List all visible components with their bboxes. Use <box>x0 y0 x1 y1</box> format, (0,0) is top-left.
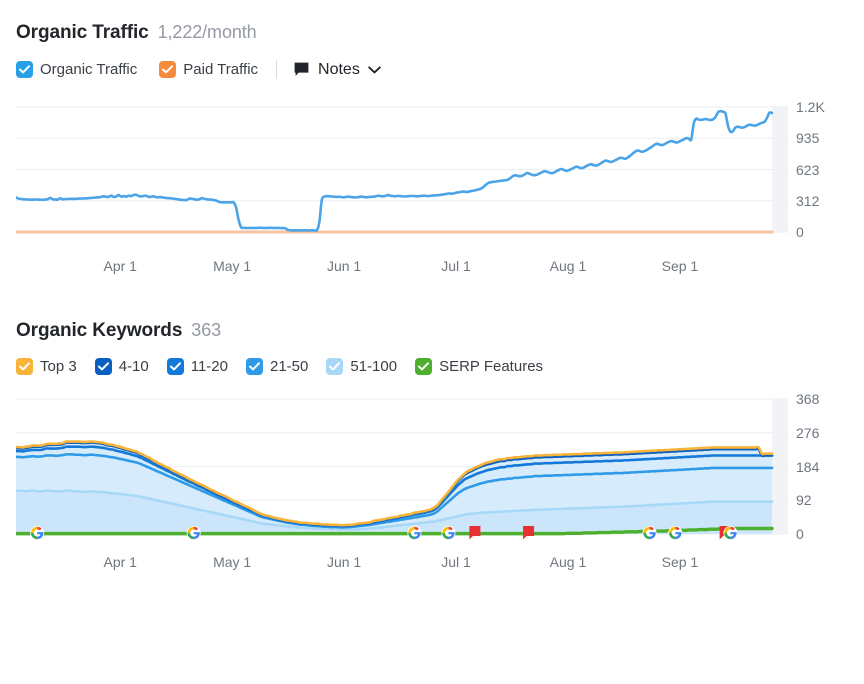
legend-label-21-50: 21-50 <box>270 358 309 375</box>
y-tick-label: 0 <box>796 526 804 542</box>
legend-label-top-3: Top 3 <box>40 358 77 375</box>
organic-traffic-header: Organic Traffic 1,222/month <box>0 22 864 44</box>
google-serp-marker[interactable] <box>30 526 45 540</box>
y-tick-label: 368 <box>796 391 820 407</box>
x-tick-label: Sep 1 <box>661 258 699 274</box>
organic-traffic-value: 1,222/month <box>157 22 257 42</box>
legend-item-paid-traffic[interactable]: Paid Traffic <box>159 61 258 78</box>
google-serp-marker[interactable] <box>642 526 657 540</box>
x-tick-label: Jun 1 <box>326 258 362 274</box>
x-tick-label: May 1 <box>213 258 252 274</box>
organic-traffic-y-axis: 1.2K 935 623 312 0 <box>796 99 860 262</box>
legend-label-51-100: 51-100 <box>350 358 398 375</box>
organic-keywords-y-axis: 368 276 184 92 0 <box>796 391 860 544</box>
checkbox-organic-traffic[interactable] <box>16 61 33 78</box>
legend-item-4-10[interactable]: 4-10 <box>94 358 149 375</box>
note-flag-marker[interactable] <box>469 526 481 540</box>
legend-item-organic-traffic[interactable]: Organic Traffic <box>16 61 137 78</box>
legend-divider <box>276 60 278 79</box>
x-tick-label: Jul 1 <box>441 554 471 570</box>
note-flag-marker[interactable] <box>523 526 535 540</box>
legend-label-4-10: 4-10 <box>118 358 149 375</box>
y-tick-label: 623 <box>796 161 820 178</box>
organic-research-overview: Organic Traffic 1,222/month Organic Traf… <box>0 0 864 684</box>
y-tick-label: 312 <box>796 192 820 209</box>
google-serp-marker[interactable] <box>441 526 456 540</box>
x-tick-label: Apr 1 <box>103 554 137 570</box>
legend-item-51-100[interactable]: 51-100 <box>326 358 397 375</box>
organic-traffic-plot[interactable] <box>16 93 788 248</box>
google-serp-marker[interactable] <box>186 526 201 540</box>
y-tick-label: 276 <box>796 424 820 441</box>
google-serp-marker[interactable] <box>723 526 738 540</box>
notes-dropdown-button[interactable]: Notes <box>293 61 381 79</box>
organic-traffic-x-axis: Apr 1 May 1 Jun 1 Jul 1 Aug 1 Sep 1 <box>16 248 788 282</box>
google-serp-marker[interactable] <box>668 526 683 540</box>
legend-item-21-50[interactable]: 21-50 <box>246 358 308 375</box>
x-tick-label: Apr 1 <box>103 258 137 274</box>
y-tick-label: 935 <box>796 130 820 147</box>
google-serp-marker[interactable] <box>407 526 422 540</box>
y-tick-label: 1.2K <box>796 99 825 115</box>
x-tick-label: Jul 1 <box>441 258 471 274</box>
legend-item-top-3[interactable]: Top 3 <box>16 358 77 375</box>
checkbox-top-3[interactable] <box>16 358 33 375</box>
x-tick-label: May 1 <box>213 554 252 570</box>
checkbox-serp-features[interactable] <box>415 358 433 375</box>
legend-item-serp-features[interactable]: SERP Features <box>415 358 543 375</box>
checkbox-4-10[interactable] <box>94 358 112 375</box>
organic-keywords-header: Organic Keywords 363 <box>0 320 864 342</box>
organic-keywords-chart-wrap: 368 276 184 92 0 Apr 1 May 1 Jun 1 Jul 1 Aug 1 Se… <box>0 389 864 578</box>
organic-traffic-legend: Organic Traffic Paid Traffic Notes <box>0 60 864 79</box>
chevron-down-icon <box>368 65 381 74</box>
y-tick-label: 0 <box>796 224 804 240</box>
legend-label-11-20: 11-20 <box>190 358 228 375</box>
x-tick-label: Jun 1 <box>326 554 362 570</box>
x-tick-label: Sep 1 <box>661 554 699 570</box>
organic-keywords-plot[interactable] <box>16 389 788 544</box>
organic-keywords-legend: Top 3 4-10 11-20 21-50 51-100 SERP Features <box>0 358 864 375</box>
checkbox-21-50[interactable] <box>246 358 263 375</box>
x-tick-label: Aug 1 <box>549 554 587 570</box>
checkbox-11-20[interactable] <box>166 358 184 375</box>
legend-item-11-20[interactable]: 11-20 <box>166 358 228 375</box>
organic-traffic-title: Organic Traffic <box>16 22 149 43</box>
legend-label-serp-features: SERP Features <box>439 358 544 375</box>
organic-keywords-title: Organic Keywords <box>16 320 183 341</box>
notes-label: Notes <box>318 60 360 78</box>
checkbox-paid-traffic[interactable] <box>159 61 177 78</box>
organic-keywords-x-axis: Apr 1 May 1 Jun 1 Jul 1 Aug 1 Sep 1 <box>16 544 788 578</box>
note-bubble-icon <box>293 61 310 78</box>
y-tick-label: 184 <box>796 458 820 475</box>
legend-label-paid-traffic: Paid Traffic <box>183 61 259 78</box>
y-tick-label: 92 <box>796 492 812 509</box>
organic-keywords-value: 363 <box>191 320 222 340</box>
x-tick-label: Aug 1 <box>549 258 587 274</box>
legend-label-organic-traffic: Organic Traffic <box>40 61 138 78</box>
organic-traffic-chart-wrap: 1.2K 935 623 312 0 Apr 1 May 1 Jun 1 Jul 1 Aug 1… <box>0 93 864 282</box>
checkbox-51-100[interactable] <box>326 358 344 375</box>
